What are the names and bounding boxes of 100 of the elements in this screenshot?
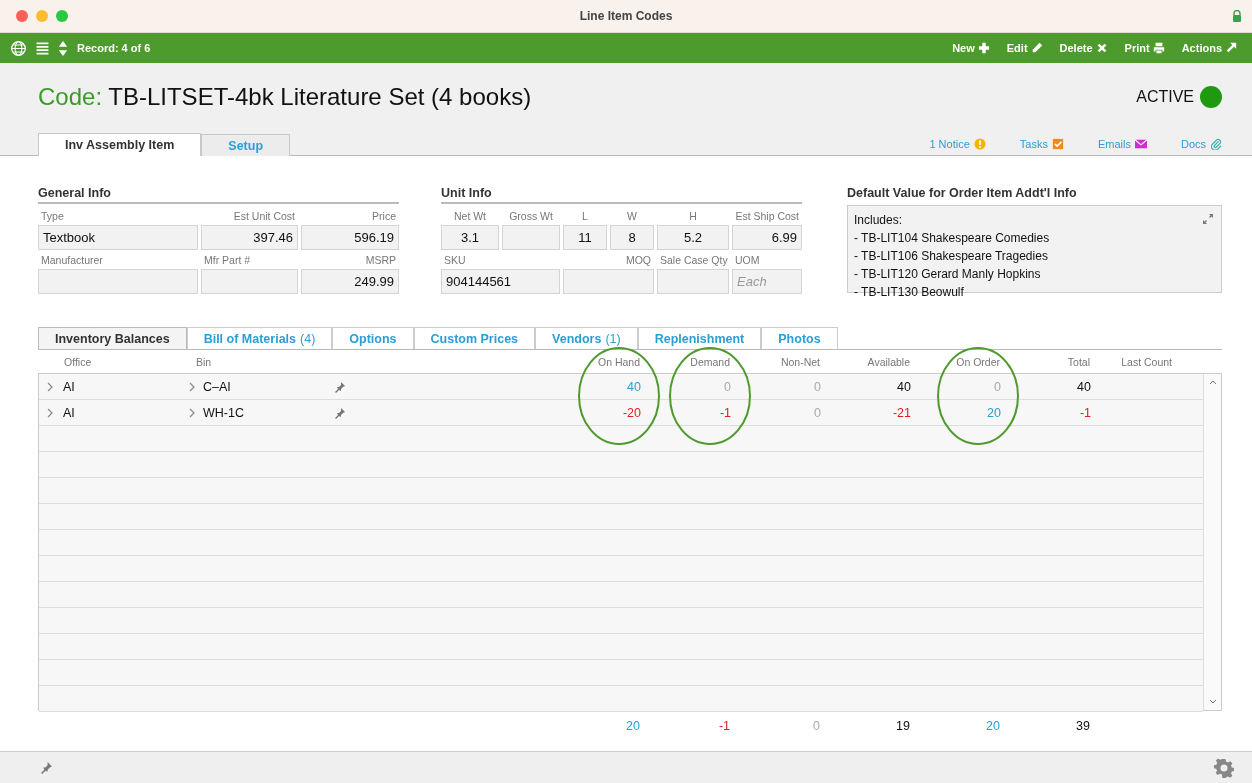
table-cell: -20 (622, 405, 641, 420)
header-link[interactable]: Emails (1097, 138, 1147, 150)
input-field[interactable] (563, 269, 654, 294)
settings-icon[interactable] (1214, 757, 1234, 778)
tab[interactable]: Vendors (1) (535, 327, 638, 349)
tab[interactable]: Photos (761, 327, 838, 349)
paperclip-icon (1210, 138, 1222, 150)
toolbar-action[interactable]: Edit (1001, 42, 1048, 54)
tab[interactable]: Custom Prices (413, 327, 536, 349)
x-icon (1095, 42, 1108, 54)
input-field[interactable]: Each (732, 269, 802, 294)
toolbar-action[interactable]: Delete (1054, 42, 1113, 54)
field-label: Type (40, 210, 65, 224)
tab[interactable]: Replenishment (637, 327, 762, 349)
input-field[interactable] (38, 269, 198, 294)
table-cell: AI (63, 405, 75, 420)
record-title: Code: TB-LITSET-4bk Literature Set (4 books) (38, 83, 532, 111)
input-field[interactable]: 8 (610, 225, 654, 250)
up-down-icon[interactable] (58, 39, 68, 57)
input-field[interactable]: 11 (563, 225, 607, 250)
plus-icon (977, 42, 990, 54)
input-field[interactable]: 3.1 (441, 225, 499, 250)
tab[interactable]: Inventory Balances (38, 327, 187, 349)
input-field[interactable]: 249.99 (301, 269, 399, 294)
tab[interactable]: Setup (201, 134, 291, 156)
column-header: On Order (956, 355, 1000, 368)
table-cell: 20 (987, 405, 1001, 420)
close-button[interactable] (16, 10, 28, 22)
field-label: SKU (443, 254, 467, 268)
field-label: Est Unit Cost (232, 210, 296, 224)
column-header: Demand (690, 355, 730, 368)
total-cell: 20 (986, 719, 1000, 733)
exclamation-icon (973, 138, 986, 150)
globe-icon[interactable] (10, 39, 27, 57)
header-link[interactable]: 1 Notice (929, 138, 986, 150)
column-header: On Hand (597, 355, 640, 368)
input-field[interactable] (502, 225, 560, 250)
input-field[interactable] (201, 269, 298, 294)
table-cell: AI (63, 379, 75, 394)
field-label: Est Ship Cost (734, 210, 800, 224)
expand-chevron-icon[interactable] (189, 381, 195, 392)
printer-icon (1152, 42, 1165, 54)
field-label: L (581, 210, 589, 224)
header-link[interactable]: Tasks (1019, 138, 1064, 150)
scroll-down-icon[interactable] (1208, 699, 1217, 705)
input-field[interactable]: 5.2 (657, 225, 729, 250)
envelope-icon (1134, 138, 1147, 150)
input-field[interactable]: Textbook (38, 225, 198, 250)
field-label: MSRP (364, 254, 397, 268)
total-cell: 19 (896, 719, 910, 733)
column-header: Office (64, 355, 92, 368)
table-cell: 0 (814, 379, 821, 394)
zoom-button[interactable] (56, 10, 68, 22)
input-field[interactable]: 397.46 (201, 225, 298, 250)
window-title: Line Item Codes (579, 9, 673, 23)
column-header: Non-Net (780, 355, 820, 368)
field-label: UOM (734, 254, 761, 268)
toolbar-action[interactable]: Actions (1176, 42, 1242, 54)
expand-chevron-icon[interactable] (47, 381, 53, 392)
pin-icon[interactable] (334, 406, 346, 419)
table-cell: 40 (627, 379, 641, 394)
input-field[interactable]: 596.19 (301, 225, 399, 250)
input-field[interactable]: 904144561 (441, 269, 560, 294)
column-header: Last Count (1121, 355, 1172, 368)
status-label: ACTIVE (1136, 88, 1194, 106)
section-title: General Info (38, 186, 399, 204)
checkbox-icon (1051, 138, 1064, 150)
section-title: Default Value for Order Item Addt'l Info (847, 186, 1078, 202)
scroll-up-icon[interactable] (1208, 379, 1217, 385)
toolbar-action[interactable]: Print (1119, 42, 1170, 54)
pin-icon[interactable] (334, 380, 346, 393)
field-label: Net Wt (452, 210, 488, 224)
field-label: MOQ (624, 254, 652, 268)
lock-icon (1232, 10, 1242, 22)
input-field[interactable] (657, 269, 729, 294)
expand-chevron-icon[interactable] (47, 407, 53, 418)
total-cell: -1 (718, 719, 730, 733)
toolbar-action[interactable]: New (947, 42, 995, 54)
expand-chevron-icon[interactable] (189, 407, 195, 418)
section-title: Unit Info (441, 186, 802, 204)
field-label: Sale Case Qty (659, 254, 729, 268)
total-cell: 20 (626, 719, 640, 733)
record-counter: Record: 4 of 6 (77, 42, 151, 54)
table-cell: -1 (719, 405, 731, 420)
expand-icon[interactable] (1202, 213, 1214, 225)
pencil-icon (1030, 42, 1043, 54)
field-label: Mfr Part # (203, 254, 252, 268)
field-label: Price (371, 210, 397, 224)
tab[interactable]: Inv Assembly Item (38, 133, 202, 156)
pin-icon[interactable] (40, 761, 53, 774)
table-cell: -1 (1079, 405, 1091, 420)
scrollbar[interactable] (1203, 374, 1221, 710)
tab[interactable]: Bill of Materials (4) (186, 327, 333, 349)
tab[interactable]: Options (332, 327, 414, 349)
header-link[interactable]: Docs (1180, 138, 1222, 150)
total-cell: 39 (1076, 719, 1090, 733)
column-header: Bin (196, 355, 212, 368)
input-field[interactable]: 6.99 (732, 225, 802, 250)
arrow-icon (1225, 42, 1237, 54)
table-cell: WH-1C (203, 405, 244, 420)
